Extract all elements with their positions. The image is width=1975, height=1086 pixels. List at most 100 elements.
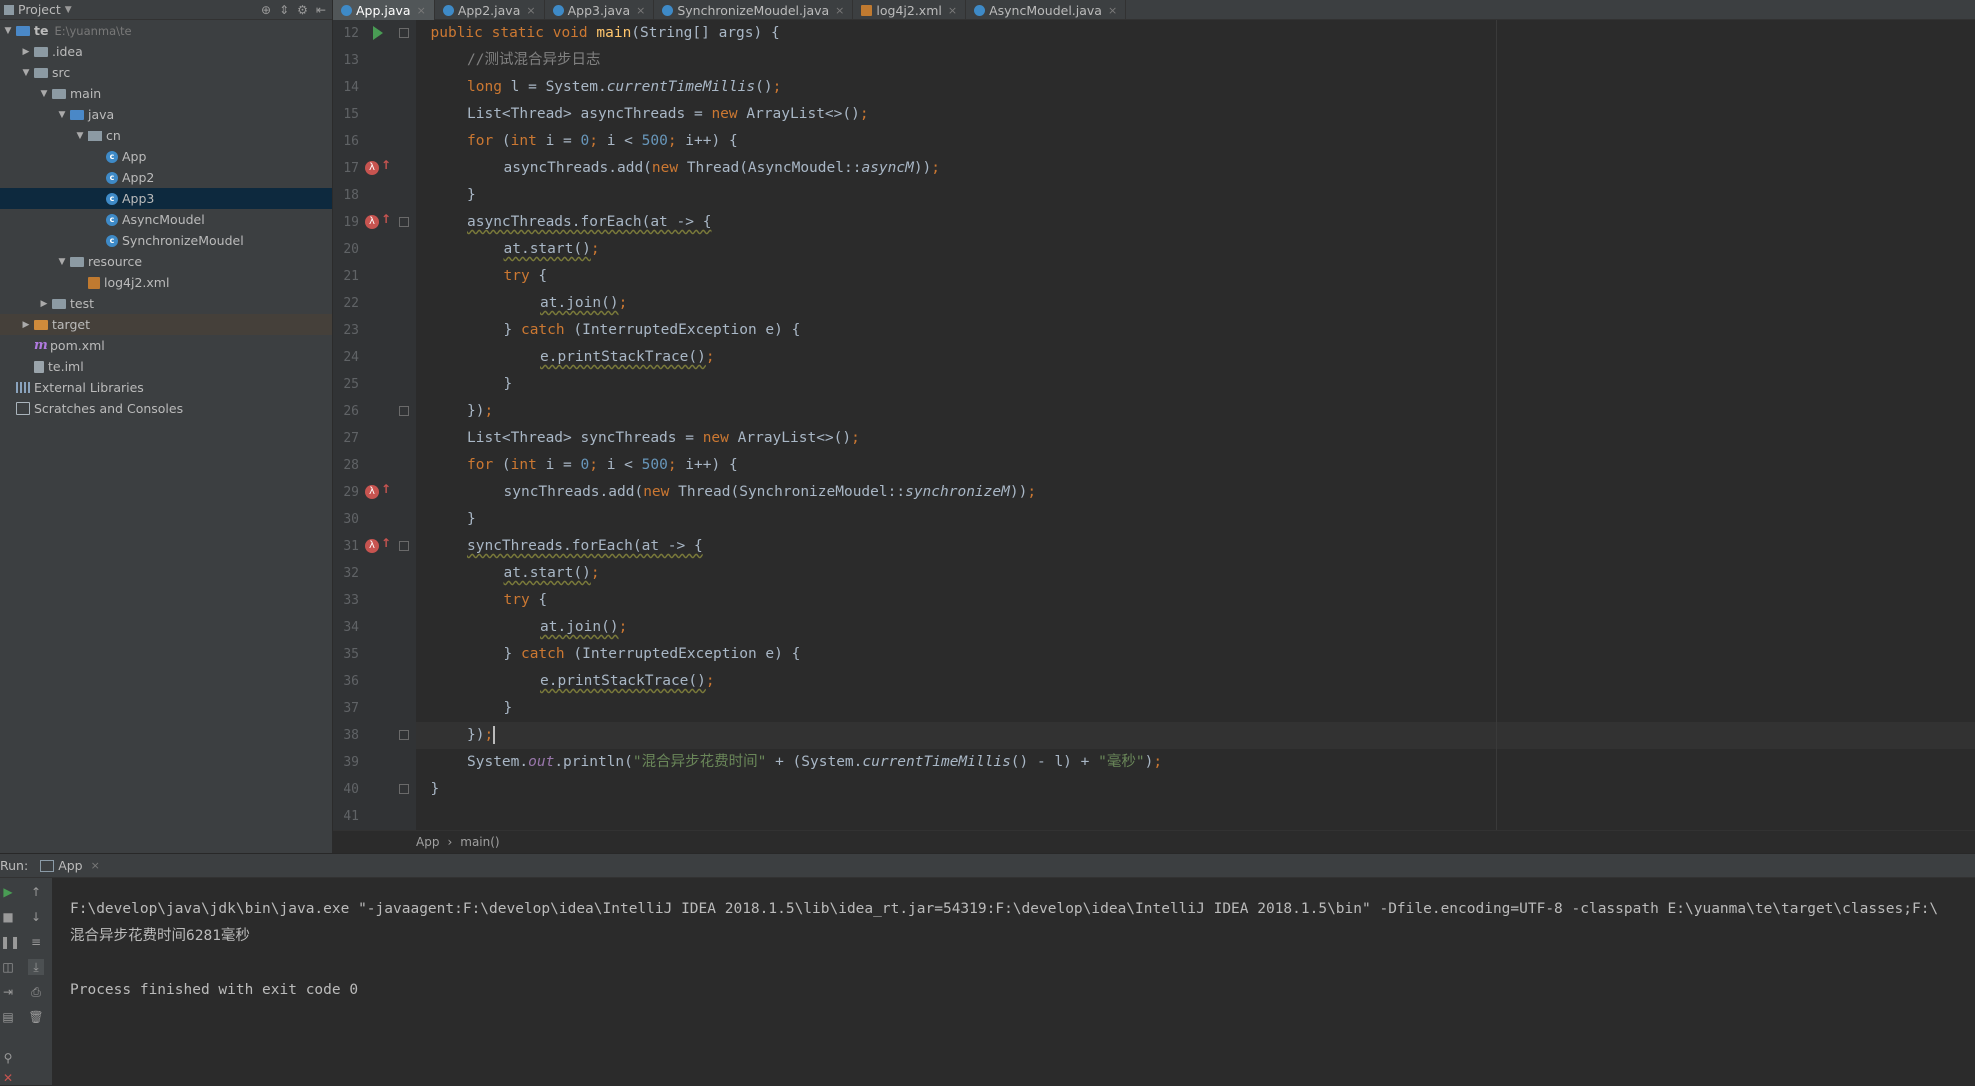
expanded-arrow-icon[interactable]: ▼: [56, 110, 68, 120]
layout-icon[interactable]: ▤: [0, 1009, 16, 1025]
resource-folder-icon: [70, 256, 84, 267]
breadcrumb-item[interactable]: main(): [460, 835, 499, 849]
tree-item-path: E:\yuanma\te: [54, 23, 132, 38]
fold-marker-icon[interactable]: [399, 730, 409, 740]
scroll-to-end-icon[interactable]: ⤓: [28, 959, 44, 975]
code-token: }: [503, 700, 513, 716]
print-icon[interactable]: ⎙: [28, 984, 44, 1000]
editor-tab[interactable]: SynchronizeMoudel.java ×: [654, 0, 854, 20]
lambda-recursion-icon[interactable]: λ: [365, 161, 379, 175]
fold-marker-icon[interactable]: [399, 28, 409, 38]
line-number: 32: [343, 566, 359, 581]
editor-tab-label: AsyncMoudel.java: [989, 2, 1102, 18]
editor-tab[interactable]: AsyncMoudel.java ×: [966, 0, 1127, 20]
code-line: at.start();: [504, 236, 600, 263]
pause-icon[interactable]: ❚❚: [0, 934, 20, 950]
code-line: long l = System.currentTimeMillis();: [467, 74, 781, 101]
locate-icon[interactable]: ⊕: [261, 3, 271, 17]
expanded-arrow-icon[interactable]: ▼: [38, 89, 50, 99]
source-folder-icon: [70, 109, 84, 120]
code-line: }: [467, 506, 476, 533]
clear-all-icon[interactable]: 🗑: [28, 1009, 44, 1025]
scroll-up-icon[interactable]: ↑: [28, 884, 44, 900]
line-number: 24: [343, 350, 359, 365]
dump-threads-icon[interactable]: ◫: [0, 959, 16, 975]
arrow-up-icon: ↑: [381, 158, 392, 172]
fold-marker-icon[interactable]: [399, 406, 409, 416]
collapsed-arrow-icon[interactable]: ▶: [20, 47, 32, 57]
run-tab-app[interactable]: App ×: [40, 858, 100, 873]
code-token: ;: [1027, 484, 1037, 500]
tree-item[interactable]: ▼ te E:\yuanma\te: [0, 20, 334, 41]
hide-panel-icon[interactable]: ⇤: [316, 3, 326, 17]
stop-icon[interactable]: ■: [0, 909, 16, 925]
tree-item[interactable]: ▶ target: [0, 314, 352, 335]
tree-item[interactable]: Scratches and Consoles: [0, 398, 334, 419]
editor-gutter[interactable]: 12 13 14 15 16 17 λ ↑ 18 19 λ ↑ 20 21 22 23 24 25 26 27 28 29…: [333, 20, 416, 830]
line-number: 29: [343, 485, 359, 500]
collapsed-arrow-icon[interactable]: ▶: [20, 320, 32, 330]
expanded-arrow-icon[interactable]: ▼: [74, 131, 86, 141]
code-token: List<Thread> syncThreads =: [467, 430, 703, 446]
folder-icon: [52, 298, 66, 309]
expanded-arrow-icon[interactable]: ▼: [56, 257, 68, 267]
lambda-recursion-icon[interactable]: λ: [365, 215, 379, 229]
code-line: }: [504, 371, 513, 398]
lambda-recursion-icon[interactable]: λ: [365, 485, 379, 499]
close-icon[interactable]: ×: [948, 4, 957, 17]
fold-marker-icon[interactable]: [399, 217, 409, 227]
chevron-down-icon[interactable]: ▼: [65, 5, 72, 15]
fold-marker-icon[interactable]: [399, 541, 409, 551]
editor-tab[interactable]: log4j2.xml ×: [853, 0, 967, 20]
project-view-selector[interactable]: Project: [18, 2, 61, 17]
folder-icon: [34, 46, 48, 57]
close-icon[interactable]: ×: [1108, 4, 1117, 17]
fold-marker-icon[interactable]: [399, 784, 409, 794]
code-line: }: [431, 776, 440, 803]
editor-tab[interactable]: App2.java ×: [435, 0, 545, 20]
console-output[interactable]: F:\develop\java\jdk\bin\java.exe "-javaa…: [52, 878, 1975, 1085]
expanded-arrow-icon[interactable]: ▼: [2, 26, 14, 36]
close-icon[interactable]: ×: [636, 4, 645, 17]
gear-icon[interactable]: ⚙: [297, 3, 308, 17]
tree-item[interactable]: m pom.xml: [0, 335, 352, 356]
code-token: List<Thread> asyncThreads =: [467, 106, 712, 122]
tree-item-label: .idea: [52, 44, 83, 59]
close-run-icon[interactable]: ✕: [0, 1070, 16, 1086]
tree-item[interactable]: ▶ .idea: [0, 41, 352, 62]
close-icon[interactable]: ×: [417, 4, 426, 17]
collapsed-arrow-icon[interactable]: ▶: [38, 299, 50, 309]
lambda-recursion-icon[interactable]: λ: [365, 539, 379, 553]
line-number: 18: [343, 188, 359, 203]
rerun-icon[interactable]: ▶: [0, 884, 16, 900]
close-icon[interactable]: ×: [835, 4, 844, 17]
exit-icon[interactable]: ⇥: [0, 984, 16, 1000]
tree-item[interactable]: ▶ test: [0, 293, 370, 314]
close-icon[interactable]: ×: [91, 859, 100, 872]
run-gutter-icon[interactable]: [373, 26, 383, 40]
tree-item[interactable]: External Libraries: [0, 377, 334, 398]
tree-item[interactable]: ▼ src: [0, 62, 352, 83]
expanded-arrow-icon[interactable]: ▼: [20, 68, 32, 78]
run-tab-label: App: [58, 858, 83, 873]
line-number: 13: [343, 53, 359, 68]
soft-wrap-icon[interactable]: ≡: [28, 934, 44, 950]
tree-item[interactable]: ▼ main: [0, 83, 370, 104]
code-token: catch: [520, 646, 574, 662]
scroll-down-icon[interactable]: ↓: [28, 909, 44, 925]
breadcrumb-item[interactable]: App: [416, 835, 439, 849]
collapse-all-icon[interactable]: ⇕: [279, 3, 289, 17]
code-editor[interactable]: public static void main(String[] args) {…: [416, 20, 1975, 830]
tree-item[interactable]: te.iml: [0, 356, 352, 377]
code-token: try: [503, 592, 539, 608]
editor-tab[interactable]: App3.java ×: [545, 0, 655, 20]
class-icon: [341, 4, 352, 16]
editor-tab-bar: App.java × App2.java × App3.java × Synchronize…: [333, 0, 1975, 23]
code-line: at.join();: [540, 614, 627, 641]
tree-item[interactable]: ▼ resource: [0, 251, 388, 272]
pin-icon[interactable]: ⚲: [0, 1050, 16, 1066]
close-icon[interactable]: ×: [526, 4, 535, 17]
editor-tab-label: App3.java: [567, 2, 631, 18]
line-number: 40: [343, 782, 359, 797]
tree-item[interactable]: ▼ java: [0, 104, 388, 125]
